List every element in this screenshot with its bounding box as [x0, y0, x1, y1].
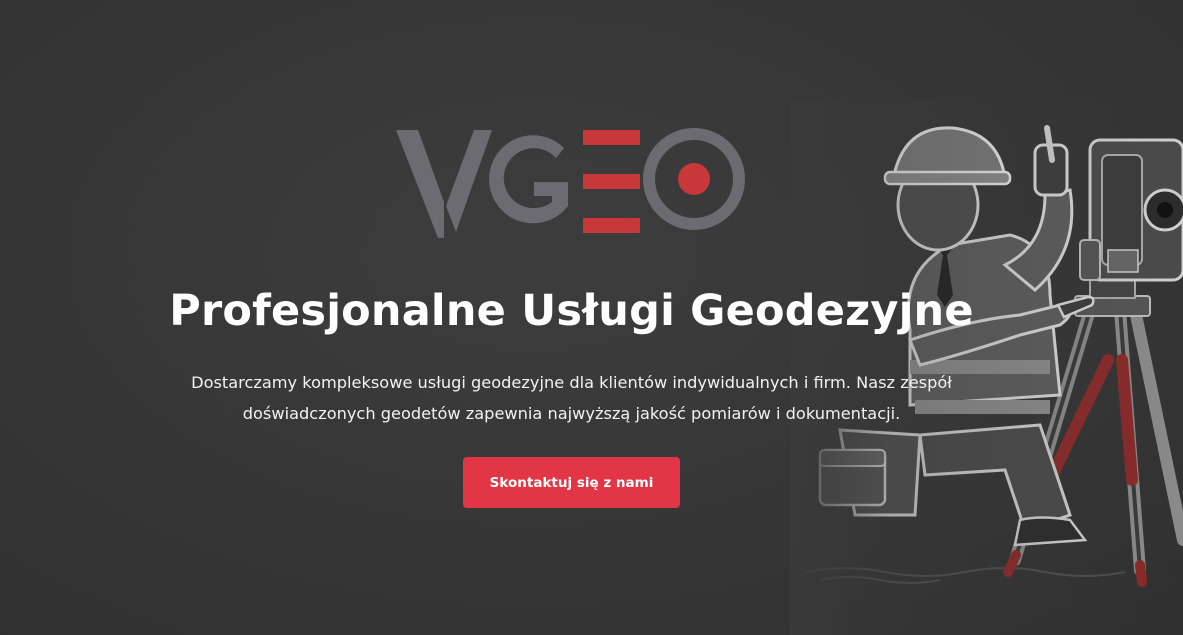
contact-us-button[interactable]: Skontaktuj się z nami: [463, 457, 680, 508]
vgeo-logo: [396, 128, 745, 238]
hero-lead-text: Dostarczamy kompleksowe usługi geodezyjn…: [191, 373, 952, 423]
hero-headline: Profesjonalne Usługi Geodezyjne: [169, 286, 974, 336]
hero-section: Profesjonalne Usługi Geodezyjne Dostarcz…: [0, 0, 1183, 635]
